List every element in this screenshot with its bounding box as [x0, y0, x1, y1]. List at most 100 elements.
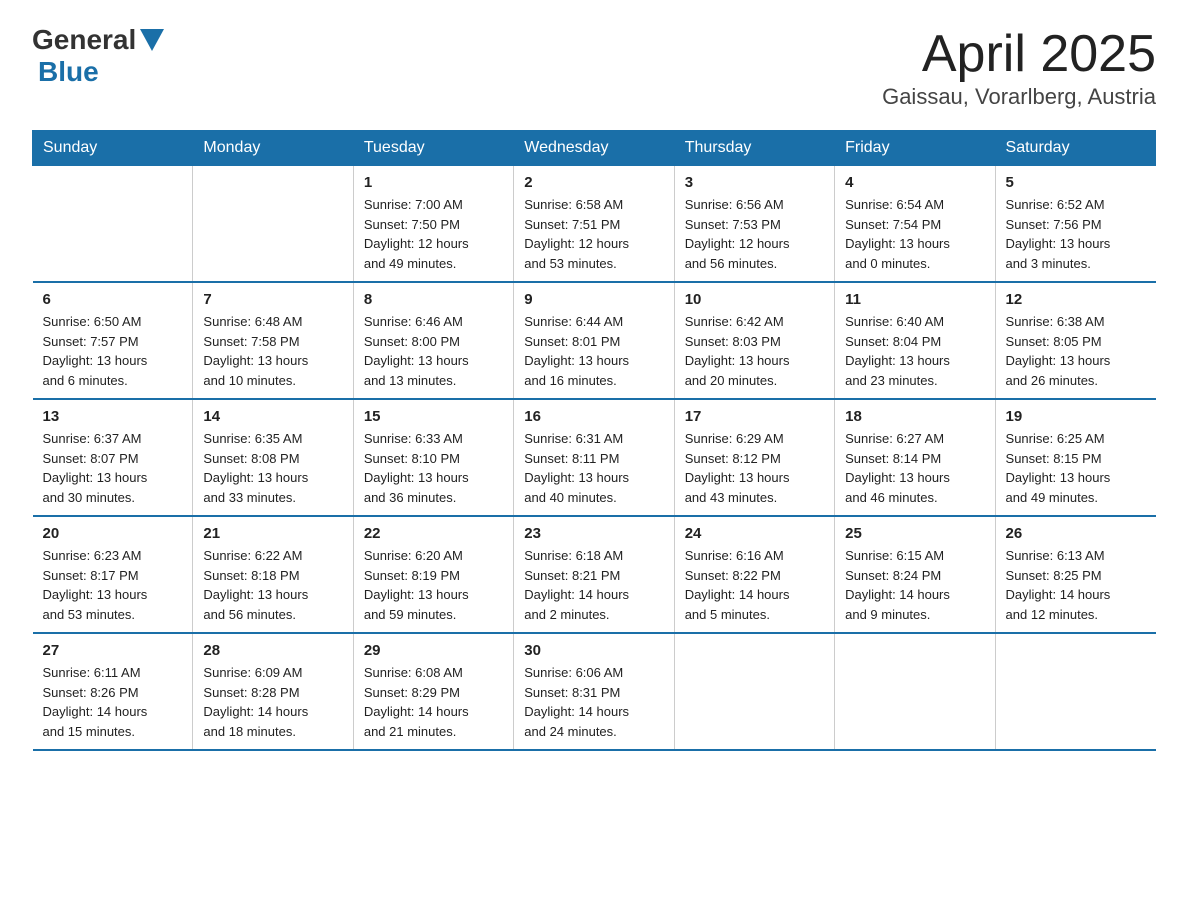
- calendar-cell: [674, 633, 834, 750]
- day-info: Sunrise: 6:22 AM Sunset: 8:18 PM Dayligh…: [203, 546, 342, 624]
- calendar-week-row: 27Sunrise: 6:11 AM Sunset: 8:26 PM Dayli…: [33, 633, 1156, 750]
- calendar-cell: 9 Sunrise: 6:44 AM Sunset: 8:01 PM Daylig…: [514, 282, 674, 399]
- day-number: 1: [364, 174, 503, 191]
- day-info: Sunrise: 6:38 AM Sunset: 8:05 PM Dayligh…: [1006, 312, 1146, 390]
- day-number: 2: [524, 174, 663, 191]
- calendar-cell: 11Sunrise: 6:40 AM Sunset: 8:04 PM Dayli…: [835, 282, 995, 399]
- weekday-header-wednesday: Wednesday: [514, 131, 674, 166]
- calendar-cell: [835, 633, 995, 750]
- day-number: 10: [685, 291, 824, 308]
- calendar-cell: 29 Sunrise: 6:08 AM Sunset: 8:29 PM Dayli…: [353, 633, 513, 750]
- day-number: 28: [203, 642, 342, 659]
- day-number: 8: [364, 291, 503, 308]
- day-info: Sunrise: 6:58 AM Sunset: 7:51 PM Dayligh…: [524, 195, 663, 273]
- day-number: 15: [364, 408, 503, 425]
- page-header: General Blue April 2025 Gaissau, Vorarlb…: [32, 24, 1156, 110]
- day-number: 22: [364, 525, 503, 542]
- calendar-cell: 7 Sunrise: 6:48 AM Sunset: 7:58 PM Daylig…: [193, 282, 353, 399]
- calendar-table: SundayMondayTuesdayWednesdayThursdayFrid…: [32, 130, 1156, 751]
- logo: General Blue: [32, 24, 164, 88]
- day-number: 18: [845, 408, 984, 425]
- day-info: Sunrise: 6:52 AM Sunset: 7:56 PM Dayligh…: [1006, 195, 1146, 273]
- calendar-week-row: 20 Sunrise: 6:23 AM Sunset: 8:17 PM Dayli…: [33, 516, 1156, 633]
- calendar-cell: 1 Sunrise: 7:00 AM Sunset: 7:50 PM Daylig…: [353, 166, 513, 283]
- calendar-cell: 4 Sunrise: 6:54 AM Sunset: 7:54 PM Daylig…: [835, 166, 995, 283]
- day-number: 5: [1006, 174, 1146, 191]
- day-number: 29: [364, 642, 503, 659]
- day-number: 6: [43, 291, 183, 308]
- day-info: Sunrise: 6:37 AM Sunset: 8:07 PM Dayligh…: [43, 429, 183, 507]
- calendar-cell: 6Sunrise: 6:50 AM Sunset: 7:57 PM Daylig…: [33, 282, 193, 399]
- day-number: 12: [1006, 291, 1146, 308]
- day-number: 26: [1006, 525, 1146, 542]
- calendar-week-row: 1 Sunrise: 7:00 AM Sunset: 7:50 PM Daylig…: [33, 166, 1156, 283]
- day-number: 14: [203, 408, 342, 425]
- day-info: Sunrise: 6:54 AM Sunset: 7:54 PM Dayligh…: [845, 195, 984, 273]
- calendar-cell: 23Sunrise: 6:18 AM Sunset: 8:21 PM Dayli…: [514, 516, 674, 633]
- day-info: Sunrise: 6:46 AM Sunset: 8:00 PM Dayligh…: [364, 312, 503, 390]
- day-number: 25: [845, 525, 984, 542]
- calendar-cell: 25 Sunrise: 6:15 AM Sunset: 8:24 PM Dayli…: [835, 516, 995, 633]
- page-subtitle: Gaissau, Vorarlberg, Austria: [882, 84, 1156, 110]
- weekday-header-monday: Monday: [193, 131, 353, 166]
- day-info: Sunrise: 6:27 AM Sunset: 8:14 PM Dayligh…: [845, 429, 984, 507]
- calendar-cell: 27Sunrise: 6:11 AM Sunset: 8:26 PM Dayli…: [33, 633, 193, 750]
- calendar-cell: 20 Sunrise: 6:23 AM Sunset: 8:17 PM Dayli…: [33, 516, 193, 633]
- calendar-cell: 8 Sunrise: 6:46 AM Sunset: 8:00 PM Daylig…: [353, 282, 513, 399]
- calendar-cell: 18 Sunrise: 6:27 AM Sunset: 8:14 PM Dayli…: [835, 399, 995, 516]
- calendar-cell: 19 Sunrise: 6:25 AM Sunset: 8:15 PM Dayli…: [995, 399, 1155, 516]
- day-number: 19: [1006, 408, 1146, 425]
- calendar-cell: 12 Sunrise: 6:38 AM Sunset: 8:05 PM Dayli…: [995, 282, 1155, 399]
- calendar-cell: [193, 166, 353, 283]
- calendar-cell: [995, 633, 1155, 750]
- calendar-cell: 15 Sunrise: 6:33 AM Sunset: 8:10 PM Dayli…: [353, 399, 513, 516]
- day-number: 23: [524, 525, 663, 542]
- logo-blue-text: Blue: [38, 56, 99, 88]
- calendar-cell: 2 Sunrise: 6:58 AM Sunset: 7:51 PM Daylig…: [514, 166, 674, 283]
- day-info: Sunrise: 6:25 AM Sunset: 8:15 PM Dayligh…: [1006, 429, 1146, 507]
- day-info: Sunrise: 6:13 AM Sunset: 8:25 PM Dayligh…: [1006, 546, 1146, 624]
- calendar-cell: 14 Sunrise: 6:35 AM Sunset: 8:08 PM Dayli…: [193, 399, 353, 516]
- day-number: 4: [845, 174, 984, 191]
- calendar-cell: 24 Sunrise: 6:16 AM Sunset: 8:22 PM Dayli…: [674, 516, 834, 633]
- day-info: Sunrise: 6:42 AM Sunset: 8:03 PM Dayligh…: [685, 312, 824, 390]
- day-info: Sunrise: 6:44 AM Sunset: 8:01 PM Dayligh…: [524, 312, 663, 390]
- calendar-cell: 22 Sunrise: 6:20 AM Sunset: 8:19 PM Dayli…: [353, 516, 513, 633]
- day-number: 3: [685, 174, 824, 191]
- weekday-header-thursday: Thursday: [674, 131, 834, 166]
- day-info: Sunrise: 6:31 AM Sunset: 8:11 PM Dayligh…: [524, 429, 663, 507]
- day-number: 17: [685, 408, 824, 425]
- calendar-cell: 3 Sunrise: 6:56 AM Sunset: 7:53 PM Daylig…: [674, 166, 834, 283]
- day-number: 7: [203, 291, 342, 308]
- day-info: Sunrise: 6:08 AM Sunset: 8:29 PM Dayligh…: [364, 663, 503, 741]
- weekday-header-saturday: Saturday: [995, 131, 1155, 166]
- weekday-header-row: SundayMondayTuesdayWednesdayThursdayFrid…: [33, 131, 1156, 166]
- calendar-cell: 26 Sunrise: 6:13 AM Sunset: 8:25 PM Dayli…: [995, 516, 1155, 633]
- day-info: Sunrise: 6:40 AM Sunset: 8:04 PM Dayligh…: [845, 312, 984, 390]
- day-number: 9: [524, 291, 663, 308]
- day-info: Sunrise: 6:16 AM Sunset: 8:22 PM Dayligh…: [685, 546, 824, 624]
- day-info: Sunrise: 6:33 AM Sunset: 8:10 PM Dayligh…: [364, 429, 503, 507]
- day-info: Sunrise: 6:15 AM Sunset: 8:24 PM Dayligh…: [845, 546, 984, 624]
- day-info: Sunrise: 6:48 AM Sunset: 7:58 PM Dayligh…: [203, 312, 342, 390]
- day-info: Sunrise: 6:20 AM Sunset: 8:19 PM Dayligh…: [364, 546, 503, 624]
- day-info: Sunrise: 6:23 AM Sunset: 8:17 PM Dayligh…: [43, 546, 183, 624]
- weekday-header-friday: Friday: [835, 131, 995, 166]
- calendar-cell: 17Sunrise: 6:29 AM Sunset: 8:12 PM Dayli…: [674, 399, 834, 516]
- calendar-cell: 21 Sunrise: 6:22 AM Sunset: 8:18 PM Dayli…: [193, 516, 353, 633]
- calendar-week-row: 6Sunrise: 6:50 AM Sunset: 7:57 PM Daylig…: [33, 282, 1156, 399]
- day-number: 20: [43, 525, 183, 542]
- day-number: 27: [43, 642, 183, 659]
- day-info: Sunrise: 6:35 AM Sunset: 8:08 PM Dayligh…: [203, 429, 342, 507]
- day-info: Sunrise: 6:09 AM Sunset: 8:28 PM Dayligh…: [203, 663, 342, 741]
- calendar-cell: [33, 166, 193, 283]
- day-info: Sunrise: 6:56 AM Sunset: 7:53 PM Dayligh…: [685, 195, 824, 273]
- day-number: 21: [203, 525, 342, 542]
- weekday-header-sunday: Sunday: [33, 131, 193, 166]
- day-number: 13: [43, 408, 183, 425]
- weekday-header-tuesday: Tuesday: [353, 131, 513, 166]
- day-number: 24: [685, 525, 824, 542]
- day-info: Sunrise: 7:00 AM Sunset: 7:50 PM Dayligh…: [364, 195, 503, 273]
- calendar-cell: 13 Sunrise: 6:37 AM Sunset: 8:07 PM Dayli…: [33, 399, 193, 516]
- calendar-cell: 10 Sunrise: 6:42 AM Sunset: 8:03 PM Dayli…: [674, 282, 834, 399]
